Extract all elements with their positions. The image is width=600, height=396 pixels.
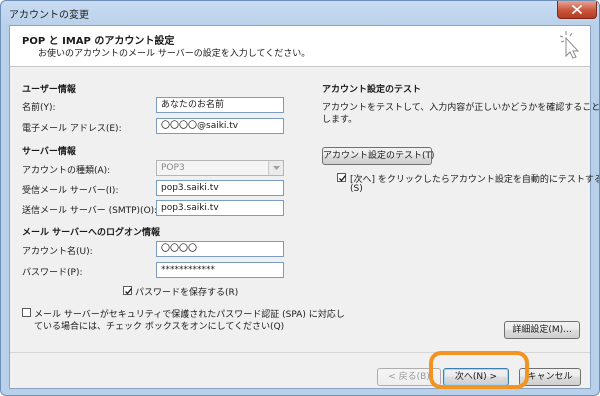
window-title: アカウントの変更 xyxy=(9,10,89,21)
outgoing-server-label: 送信メール サーバー (SMTP)(O): xyxy=(22,206,158,216)
account-type-select: POP3 xyxy=(156,160,284,176)
next-button-highlight xyxy=(429,351,529,389)
more-settings-button[interactable]: 詳細設定(M)... xyxy=(504,321,580,339)
logon-info-heading: メール サーバーへのログオン情報 xyxy=(22,228,161,238)
auto-test-checkbox[interactable] xyxy=(337,173,347,182)
dialog-body: POP と IMAP のアカウント設定 お使いのアカウントのメール サーバーの設… xyxy=(9,25,599,389)
password-label: パスワード(P): xyxy=(22,268,83,278)
account-settings-window: アカウントの変更 POP と IMAP のアカウント設定 お使いのアカウントのメ… xyxy=(0,0,600,396)
email-label: 電子メール アドレス(E): xyxy=(22,124,122,134)
spa-checkbox[interactable] xyxy=(22,308,31,317)
spa-label-line2: ている場合には、チェック ボックスをオンにしてください(Q) xyxy=(34,322,285,332)
account-type-label: アカウントの種類(A): xyxy=(22,166,111,176)
close-button[interactable] xyxy=(557,1,597,19)
chevron-down-icon xyxy=(272,165,280,170)
outgoing-server-field[interactable]: pop3.saiki.tv xyxy=(156,200,284,216)
incoming-server-label: 受信メール サーバー(I): xyxy=(22,186,119,196)
server-info-heading: サーバー情報 xyxy=(22,147,76,157)
password-field[interactable]: ************ xyxy=(156,262,284,278)
dropdown-arrow xyxy=(268,161,283,175)
wizard-cursor-icon xyxy=(559,31,580,59)
auto-test-label-line2: (S) xyxy=(350,184,363,194)
test-desc-line2: します。 xyxy=(322,115,358,125)
save-password-checkbox[interactable] xyxy=(123,286,133,295)
test-heading: アカウント設定のテスト xyxy=(322,85,422,95)
auto-test-label-line1: [次へ] をクリックしたらアカウント設定を自動的にテストする xyxy=(350,175,600,185)
title-bar: アカウントの変更 xyxy=(1,1,599,25)
save-password-label: パスワードを保存する(R) xyxy=(135,288,239,298)
dialog-header: POP と IMAP のアカウント設定 お使いのアカウントのメール サーバーの設… xyxy=(10,26,590,67)
checkmark-icon xyxy=(339,175,347,182)
incoming-server-field[interactable]: pop3.saiki.tv xyxy=(156,180,284,196)
name-label: 名前(Y): xyxy=(22,103,56,113)
name-field[interactable]: あなたのお名前 xyxy=(156,97,284,113)
test-desc-line1: アカウントをテストして、入力内容が正しいかどうかを確認することをお勧め xyxy=(322,103,600,113)
account-name-label: アカウント名(U): xyxy=(22,247,93,257)
page-title: POP と IMAP のアカウント設定 xyxy=(22,36,175,47)
user-info-heading: ユーザー情報 xyxy=(22,85,76,95)
account-type-value: POP3 xyxy=(161,163,185,173)
checkmark-icon xyxy=(125,288,133,295)
close-icon xyxy=(572,5,582,14)
test-account-button[interactable]: アカウント設定のテスト(T) xyxy=(322,147,435,165)
page-subtitle: お使いのアカウントのメール サーバーの設定を入力してください。 xyxy=(38,49,311,59)
email-field[interactable]: 〇〇〇〇@saiki.tv xyxy=(156,118,284,134)
account-name-field[interactable]: 〇〇〇〇 xyxy=(156,241,284,257)
